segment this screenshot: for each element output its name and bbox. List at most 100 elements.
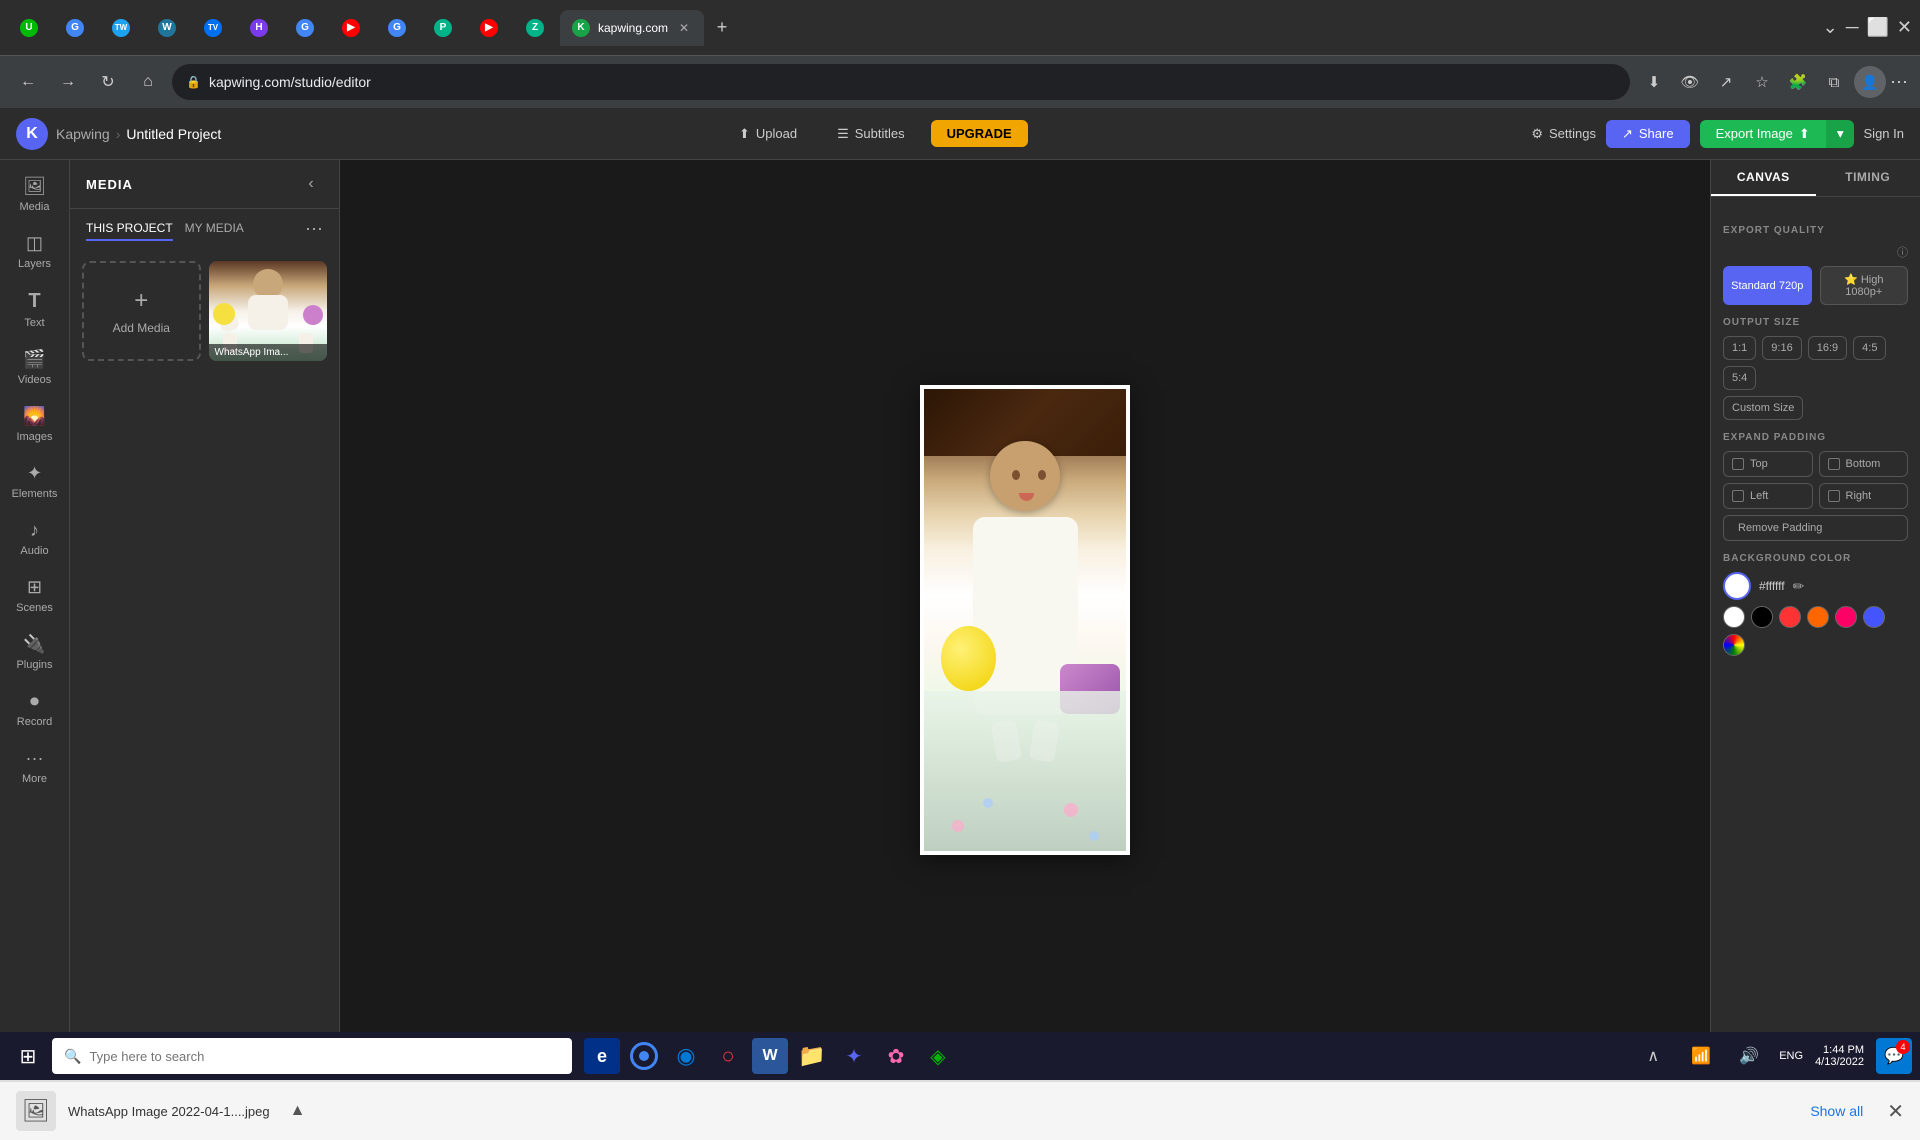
tab-yt2[interactable]: ▶ bbox=[468, 10, 510, 46]
tab-tv[interactable]: TV bbox=[192, 10, 234, 46]
export-quality-info-icon[interactable]: ⓘ bbox=[1897, 244, 1908, 260]
padding-left-button[interactable]: Left bbox=[1723, 483, 1813, 509]
sidebar-item-layers[interactable]: ◫ Layers bbox=[0, 225, 69, 278]
taskbar-chat-button[interactable]: 💬 4 bbox=[1876, 1038, 1912, 1074]
sidebar-item-more[interactable]: ··· More bbox=[0, 740, 69, 793]
home-button[interactable]: ⌂ bbox=[132, 66, 164, 98]
brand-name[interactable]: Kapwing bbox=[56, 126, 110, 142]
reload-button[interactable]: ↻ bbox=[92, 66, 124, 98]
back-button[interactable]: ← bbox=[12, 66, 44, 98]
color-swatch-black[interactable] bbox=[1751, 606, 1773, 628]
network-icon[interactable]: 📶 bbox=[1683, 1038, 1719, 1074]
extensions-icon[interactable]: 🧩 bbox=[1782, 66, 1814, 98]
tab-canvas[interactable]: CANVAS bbox=[1711, 160, 1816, 196]
tab-google3[interactable]: G bbox=[376, 10, 418, 46]
maximize-icon[interactable]: ⬜ bbox=[1866, 17, 1888, 38]
custom-size-button[interactable]: Custom Size bbox=[1723, 396, 1803, 420]
color-picker-icon[interactable]: ✏ bbox=[1793, 578, 1805, 595]
media-thumbnail[interactable]: WhatsApp Ima... bbox=[209, 261, 328, 361]
tab-this-project[interactable]: THIS PROJECT bbox=[86, 217, 173, 241]
tab-kapwing[interactable]: K kapwing.com ✕ bbox=[560, 10, 704, 46]
taskbar-app-opera[interactable]: ○ bbox=[710, 1038, 746, 1074]
sidebar-item-media[interactable]: 🖼 Media bbox=[0, 168, 69, 221]
media-more-icon[interactable]: ⋯ bbox=[305, 219, 323, 240]
export-button[interactable]: Export Image ⬆ bbox=[1700, 120, 1826, 148]
color-swatch-blue[interactable] bbox=[1863, 606, 1885, 628]
favorites-icon[interactable]: ☆ bbox=[1746, 66, 1778, 98]
taskbar-app-chrome[interactable] bbox=[626, 1038, 662, 1074]
minimize-window-icon[interactable]: ─ bbox=[1846, 17, 1859, 38]
collapse-panel-button[interactable]: ‹ bbox=[299, 172, 323, 196]
padding-right-button[interactable]: Right bbox=[1819, 483, 1909, 509]
add-media-button[interactable]: + Add Media bbox=[82, 261, 201, 361]
color-swatch-rainbow[interactable] bbox=[1723, 634, 1745, 656]
search-bar[interactable]: 🔍 bbox=[52, 1038, 572, 1074]
tab-tw[interactable]: TW bbox=[100, 10, 142, 46]
download-close-icon[interactable]: ✕ bbox=[1887, 1099, 1904, 1124]
tab-upwork[interactable]: U bbox=[8, 10, 50, 46]
tab-yt1[interactable]: ▶ bbox=[330, 10, 372, 46]
quality-standard-button[interactable]: Standard 720p bbox=[1723, 266, 1812, 305]
size-16-9-button[interactable]: 16:9 bbox=[1808, 336, 1847, 360]
tab-close-icon[interactable]: ✕ bbox=[676, 20, 692, 36]
share-button[interactable]: ↗ Share bbox=[1606, 120, 1690, 148]
reading-mode-icon[interactable]: 👁 bbox=[1674, 66, 1706, 98]
sidebar-item-audio[interactable]: ♪ Audio bbox=[0, 512, 69, 565]
size-9-16-button[interactable]: 9:16 bbox=[1762, 336, 1801, 360]
menu-dots-icon[interactable]: ⋯ bbox=[1890, 72, 1908, 93]
start-button[interactable]: ⊞ bbox=[8, 1036, 48, 1076]
quality-high-button[interactable]: ⭐ High 1080p+ bbox=[1820, 266, 1909, 305]
tab-z[interactable]: Z bbox=[514, 10, 556, 46]
sidebar-item-videos[interactable]: 🎬 Videos bbox=[0, 341, 69, 394]
sidebar-item-record[interactable]: ⏺ Record bbox=[0, 683, 69, 736]
color-swatch-pink[interactable] bbox=[1835, 606, 1857, 628]
color-swatch-white[interactable] bbox=[1723, 606, 1745, 628]
taskbar-app-ie[interactable]: e bbox=[584, 1038, 620, 1074]
share-icon[interactable]: ↗ bbox=[1710, 66, 1742, 98]
language-indicator[interactable]: ENG bbox=[1779, 1050, 1803, 1062]
forward-button[interactable]: → bbox=[52, 66, 84, 98]
profile-button[interactable]: 👤 bbox=[1854, 66, 1886, 98]
taskbar-app-edge[interactable]: ◉ bbox=[668, 1038, 704, 1074]
sidebar-item-plugins[interactable]: 🔌 Plugins bbox=[0, 626, 69, 679]
active-color-swatch[interactable] bbox=[1723, 572, 1751, 600]
size-5-4-button[interactable]: 5:4 bbox=[1723, 366, 1756, 390]
volume-icon[interactable]: 🔊 bbox=[1731, 1038, 1767, 1074]
tab-p[interactable]: P bbox=[422, 10, 464, 46]
new-tab-button[interactable]: + bbox=[708, 14, 736, 42]
upgrade-button[interactable]: UPGRADE bbox=[931, 120, 1028, 147]
tab-google1[interactable]: G bbox=[54, 10, 96, 46]
padding-bottom-button[interactable]: Bottom bbox=[1819, 451, 1909, 477]
remove-padding-button[interactable]: Remove Padding bbox=[1723, 515, 1908, 541]
taskbar-app-1[interactable]: ✦ bbox=[836, 1038, 872, 1074]
minimize-icon[interactable]: ⌄ bbox=[1823, 17, 1838, 38]
taskbar-clock[interactable]: 1:44 PM 4/13/2022 bbox=[1815, 1044, 1864, 1068]
canvas-area[interactable] bbox=[340, 160, 1710, 1080]
project-name[interactable]: Untitled Project bbox=[126, 126, 221, 142]
tab-my-media[interactable]: MY MEDIA bbox=[185, 217, 244, 241]
sidebar-item-elements[interactable]: ✦ Elements bbox=[0, 455, 69, 508]
taskbar-app-3[interactable]: ◈ bbox=[920, 1038, 956, 1074]
export-dropdown-button[interactable]: ▾ bbox=[1826, 120, 1854, 148]
tab-timing[interactable]: TIMING bbox=[1816, 160, 1920, 196]
download-chevron-icon[interactable]: ▲ bbox=[290, 1102, 306, 1120]
tab-wp[interactable]: W bbox=[146, 10, 188, 46]
system-tray-icon[interactable]: ∧ bbox=[1635, 1038, 1671, 1074]
color-swatch-red[interactable] bbox=[1779, 606, 1801, 628]
tab-google2[interactable]: G bbox=[284, 10, 326, 46]
taskbar-app-explorer[interactable]: 📁 bbox=[794, 1038, 830, 1074]
split-view-icon[interactable]: ⧉ bbox=[1818, 66, 1850, 98]
sidebar-item-scenes[interactable]: ⊞ Scenes bbox=[0, 569, 69, 622]
download-icon[interactable]: ⬇ bbox=[1638, 66, 1670, 98]
subtitles-button[interactable]: ☰ Subtitles bbox=[823, 120, 919, 148]
padding-top-button[interactable]: Top bbox=[1723, 451, 1813, 477]
size-1-1-button[interactable]: 1:1 bbox=[1723, 336, 1756, 360]
taskbar-app-word[interactable]: W bbox=[752, 1038, 788, 1074]
settings-button[interactable]: ⚙ Settings bbox=[1531, 126, 1596, 142]
size-4-5-button[interactable]: 4:5 bbox=[1853, 336, 1886, 360]
sign-in-button[interactable]: Sign In bbox=[1864, 126, 1904, 141]
tab-hex[interactable]: H bbox=[238, 10, 280, 46]
color-swatch-orange[interactable] bbox=[1807, 606, 1829, 628]
search-input[interactable] bbox=[89, 1049, 560, 1064]
upload-button[interactable]: ⬆ Upload bbox=[725, 120, 811, 148]
